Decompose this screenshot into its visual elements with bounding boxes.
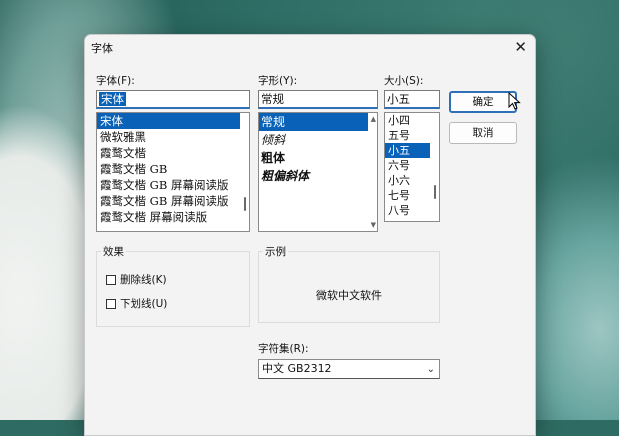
font-list-item[interactable]: 霞鹜文楷 GB 屏幕阅读版 (97, 177, 249, 193)
dialog-title: 字体 (91, 42, 113, 55)
title-bar[interactable]: 字体 ✕ (85, 35, 535, 61)
style-input[interactable]: 常规 (258, 90, 378, 109)
size-input[interactable]: 小五 (384, 90, 440, 109)
style-list-scrollbar[interactable]: ▲ ▼ (368, 113, 377, 231)
underline-label: 下划线(U) (120, 298, 168, 310)
font-list-scroll-thumb[interactable] (244, 197, 246, 211)
sample-label: 示例 (263, 244, 288, 259)
style-list-item[interactable]: 常规 (259, 113, 377, 131)
strikeout-checkbox[interactable] (106, 274, 116, 285)
chevron-down-icon[interactable]: ⌄ (427, 361, 435, 379)
style-label: 字形(Y): (258, 75, 298, 87)
charset-select[interactable]: 中文 GB2312 ⌄ (258, 359, 440, 379)
sample-text: 微软中文软件 (316, 289, 382, 302)
font-list-item[interactable]: 霞鹜文楷 屏幕阅读版 (97, 209, 249, 225)
effects-group (96, 251, 250, 327)
style-input-value: 常规 (261, 92, 284, 106)
font-list-item[interactable]: 霞鹜文楷 GB (97, 161, 249, 177)
strikeout-option[interactable]: 删除线(K) (106, 272, 167, 287)
font-list-scrollbar[interactable] (240, 113, 249, 231)
style-list-item[interactable]: 倾斜 (259, 131, 377, 149)
font-list-item[interactable]: 霞鹜文楷 (97, 145, 249, 161)
size-list[interactable]: 小四 五号 小五 六号 小六 七号 八号 (384, 112, 440, 222)
font-list-item[interactable]: 微软雅黑 (97, 129, 249, 145)
charset-label: 字符集(R): (258, 343, 309, 355)
font-label: 字体(F): (96, 75, 135, 87)
font-input[interactable]: 宋体 (96, 90, 250, 109)
underline-option[interactable]: 下划线(U) (106, 296, 167, 311)
underline-checkbox[interactable] (106, 298, 116, 309)
style-list[interactable]: 常规 倾斜 粗体 粗偏斜体 ▲ ▼ (258, 112, 378, 232)
style-list-item[interactable]: 粗偏斜体 (259, 167, 377, 185)
font-list-item[interactable]: 霞鹜文楷 GB 屏幕阅读版 (97, 193, 249, 209)
font-list[interactable]: 宋体 微软雅黑 霞鹜文楷 霞鹜文楷 GB 霞鹜文楷 GB 屏幕阅读版 霞鹜文楷 GB 屏幕… (96, 112, 250, 232)
close-icon[interactable]: ✕ (514, 38, 527, 56)
size-list-scroll-thumb[interactable] (434, 185, 436, 199)
mouse-pointer-icon (508, 92, 521, 110)
size-list-scrollbar[interactable] (430, 113, 439, 221)
style-list-item[interactable]: 粗体 (259, 149, 377, 167)
charset-value: 中文 GB2312 (262, 362, 332, 375)
cancel-button[interactable]: 取消 (449, 122, 517, 144)
font-input-value: 宋体 (99, 92, 126, 106)
size-label: 大小(S): (384, 75, 424, 87)
strikeout-label: 删除线(K) (120, 274, 167, 286)
scroll-down-icon[interactable]: ▼ (371, 221, 376, 229)
size-input-value: 小五 (387, 92, 410, 106)
ok-button[interactable]: 确定 (449, 91, 517, 113)
font-dialog: 字体 ✕ 字体(F): 宋体 宋体 微软雅黑 霞鹜文楷 霞鹜文楷 GB 霞鹜文楷 GB … (84, 34, 536, 436)
font-list-item[interactable]: 宋体 (97, 113, 249, 129)
scroll-up-icon[interactable]: ▲ (371, 115, 376, 123)
effects-label: 效果 (101, 244, 126, 259)
